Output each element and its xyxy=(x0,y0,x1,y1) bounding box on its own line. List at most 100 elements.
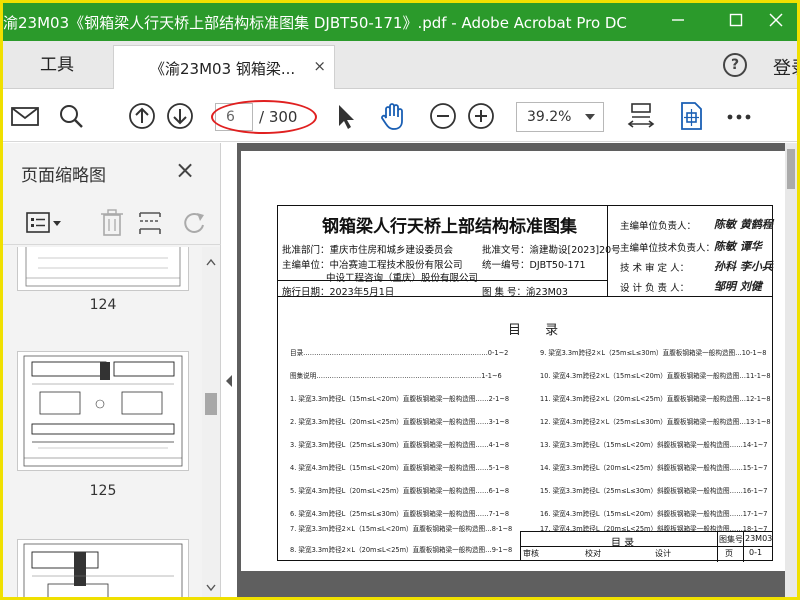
rotate-icon[interactable] xyxy=(179,207,209,239)
role-chief-editor: 主编单位负责人： xyxy=(620,221,697,232)
zoom-value: 39.2% xyxy=(527,109,572,125)
toc-entry: 15. 梁宽3.3m跨径L（25m≤L≤30m）斜腹板钢箱梁一般构造图……16-… xyxy=(540,487,768,495)
toc-entry: 8. 梁宽3.3m跨径2×L（20m≤L<25m）直腹板钢箱梁一般构造图…9-1… xyxy=(290,546,513,554)
title-block-atlas-value: 23M03 xyxy=(745,534,773,543)
thumbnail-drawing xyxy=(25,247,181,287)
editor-unit-2: 中设工程咨询（重庆）股份有限公司 xyxy=(326,273,479,284)
toc-entry: 13. 梁宽3.3m跨径L（15m≤L<20m）斜腹板钢箱梁一般构造图……14-… xyxy=(540,441,768,449)
signature: 孙科 李小兵 xyxy=(714,260,773,273)
hand-icon xyxy=(381,103,403,130)
toc-entry: 12. 梁宽4.3m跨径2×L（25m≤L≤30m）直腹板钢箱梁一般构造图…13… xyxy=(540,418,771,426)
minus-circle-icon xyxy=(430,103,456,129)
scroll-down-icon xyxy=(206,584,216,592)
login-link[interactable]: 登录 xyxy=(773,54,797,80)
toc-entry: 5. 梁宽4.3m跨径L（20m≤L<25m）直腹板钢箱梁一般构造图……6-1~… xyxy=(290,487,510,495)
search-button[interactable] xyxy=(55,100,87,132)
fit-width-icon xyxy=(627,103,655,128)
thumbnails-panel: 页面缩略图 × 124 125 xyxy=(3,143,221,597)
help-icon[interactable]: ? xyxy=(723,53,747,77)
trash-icon[interactable] xyxy=(97,207,127,239)
sheet-header: 钢箱梁人行天桥上部结构标准图集 批准部门：重庆市住房和城乡建设委员会 主编单位：… xyxy=(278,206,773,298)
document-heading: 钢箱梁人行天桥上部结构标准图集 xyxy=(322,217,577,237)
title-block-design: 设计 xyxy=(655,549,671,558)
tab-bar: 工具 《渝23M03 钢箱梁... × ? 登录 xyxy=(3,41,797,89)
toc-entry: 1. 梁宽3.3m跨径L（15m≤L<20m）直腹板钢箱梁一般构造图……2-1~… xyxy=(290,395,510,403)
title-block-name: 目 录 xyxy=(611,538,635,549)
email-button[interactable] xyxy=(9,100,41,132)
minimize-button[interactable] xyxy=(655,3,701,41)
tab-document[interactable]: 《渝23M03 钢箱梁... × xyxy=(113,45,335,89)
panel-scrollbar[interactable] xyxy=(202,247,220,597)
thumbnail-page-124[interactable] xyxy=(17,247,189,291)
role-technical-chief: 主编单位技术负责人： xyxy=(620,243,716,254)
toc-entry: 6. 梁宽4.3m跨径L（25m≤L≤30m）直腹板钢箱梁一般构造图……7-1~… xyxy=(290,510,510,518)
close-window-button[interactable] xyxy=(753,3,797,41)
drawing-sheet: 钢箱梁人行天桥上部结构标准图集 批准部门：重庆市住房和城乡建设委员会 主编单位：… xyxy=(277,205,773,562)
arrow-down-circle-icon xyxy=(167,103,193,129)
scroll-up-icon xyxy=(206,258,216,266)
extract-pages-icon[interactable] xyxy=(135,207,165,239)
document-page: 钢箱梁人行天桥上部结构标准图集 批准部门：重庆市住房和城乡建设委员会 主编单位：… xyxy=(241,151,785,571)
thumbnail-drawing xyxy=(23,355,183,467)
approval-document-no: 批准文号：渝建勘设[2023]20号 xyxy=(482,245,621,256)
toc-entry: 3. 梁宽3.3m跨径L（25m≤L≤30m）直腹板钢箱梁一般构造图……4-1~… xyxy=(290,441,510,449)
title-block-atlas-label: 图集号 xyxy=(719,535,743,544)
toc-entry: 14. 梁宽3.3m跨径L（20m≤L<25m）斜腹板钢箱梁一般构造图……15-… xyxy=(540,464,768,472)
title-block-review: 审核 xyxy=(523,549,539,558)
toc-entry: 10. 梁宽4.3m跨径2×L（15m≤L<20m）直腹板钢箱梁一般构造图…11… xyxy=(540,372,771,380)
approving-department: 批准部门：重庆市住房和城乡建设委员会 xyxy=(282,245,454,256)
thumbnail-list: 124 125 xyxy=(3,247,203,597)
header-divider xyxy=(278,280,608,281)
panel-toolbar xyxy=(3,201,221,245)
panel-scroll-thumb[interactable] xyxy=(205,393,217,415)
signature: 陈敏 谭华 xyxy=(714,240,762,253)
select-tool-button[interactable] xyxy=(329,100,361,132)
more-options-button[interactable] xyxy=(723,100,755,132)
collapse-panel-icon[interactable] xyxy=(223,371,235,391)
toc-heading: 目 录 xyxy=(508,323,569,338)
close-icon xyxy=(769,13,783,27)
toc-entry: 9. 梁宽3.3m跨径2×L（25m≤L≤30m）直腹板钢箱梁一般构造图…10-… xyxy=(540,349,767,357)
title-block-check: 校对 xyxy=(585,549,601,558)
unified-number: 统一编号：DJBT50-171 xyxy=(482,260,586,271)
thumbnail-page-126[interactable] xyxy=(17,539,189,597)
panel-title: 页面缩略图 xyxy=(21,166,106,186)
full-screen-icon xyxy=(681,102,702,130)
signature: 陈敏 黄鹤程 xyxy=(714,218,773,231)
document-view[interactable]: 钢箱梁人行天桥上部结构标准图集 批准部门：重庆市住房和城乡建设委员会 主编单位：… xyxy=(237,143,797,597)
document-scroll-thumb[interactable] xyxy=(787,149,795,189)
thumbnail-options-icon[interactable] xyxy=(25,209,69,237)
title-block-divider xyxy=(717,532,718,562)
tab-document-label: 《渝23M03 钢箱梁... xyxy=(150,60,296,78)
annotation-ellipse xyxy=(211,100,317,134)
toolbar: 6 / 300 39.2% xyxy=(3,90,797,142)
document-scrollbar[interactable] xyxy=(785,143,797,597)
minimize-icon xyxy=(672,19,684,21)
zoom-in-button[interactable] xyxy=(465,100,497,132)
editor-unit-1: 主编单位：中冶赛迪工程技术股份有限公司 xyxy=(282,260,463,271)
toc-entry: 2. 梁宽3.3m跨径L（20m≤L<25m）直腹板钢箱梁一般构造图……3-1~… xyxy=(290,418,510,426)
fit-page-button[interactable] xyxy=(625,100,657,132)
toc-entry: 目录…………………………………………………………………………0-1~2 xyxy=(290,349,509,357)
tab-tools[interactable]: 工具 xyxy=(3,41,111,89)
panel-close-icon[interactable]: × xyxy=(175,156,195,184)
hand-tool-button[interactable] xyxy=(377,100,409,132)
zoom-out-button[interactable] xyxy=(427,100,459,132)
previous-page-button[interactable] xyxy=(126,100,158,132)
acrobat-window: 渝23M03《钢箱梁人行天桥上部结构标准图集 DJBT50-171》.pdf -… xyxy=(3,3,797,597)
next-page-button[interactable] xyxy=(164,100,196,132)
pointer-arrow-icon xyxy=(339,105,354,129)
toc-entry: 4. 梁宽4.3m跨径L（15m≤L<20m）直腹板钢箱梁一般构造图……5-1~… xyxy=(290,464,510,472)
tab-close-icon[interactable]: × xyxy=(313,57,326,75)
thumbnail-label-124: 124 xyxy=(89,297,117,313)
title-bar: 渝23M03《钢箱梁人行天桥上部结构标准图集 DJBT50-171》.pdf -… xyxy=(3,3,797,41)
sheet-header-left: 钢箱梁人行天桥上部结构标准图集 批准部门：重庆市住房和城乡建设委员会 主编单位：… xyxy=(278,206,621,298)
more-icon xyxy=(727,114,751,120)
zoom-select[interactable]: 39.2% xyxy=(516,102,604,132)
title-block-page-value: 0-1 xyxy=(749,548,763,557)
search-icon xyxy=(60,105,83,128)
full-screen-button[interactable] xyxy=(675,100,707,132)
toc-entry: 图集说明…………………………………………………………………1-1~6 xyxy=(290,372,502,380)
role-technical-reviewer: 技 术 审 定 人： xyxy=(620,263,690,274)
thumbnail-page-125[interactable] xyxy=(17,351,189,471)
